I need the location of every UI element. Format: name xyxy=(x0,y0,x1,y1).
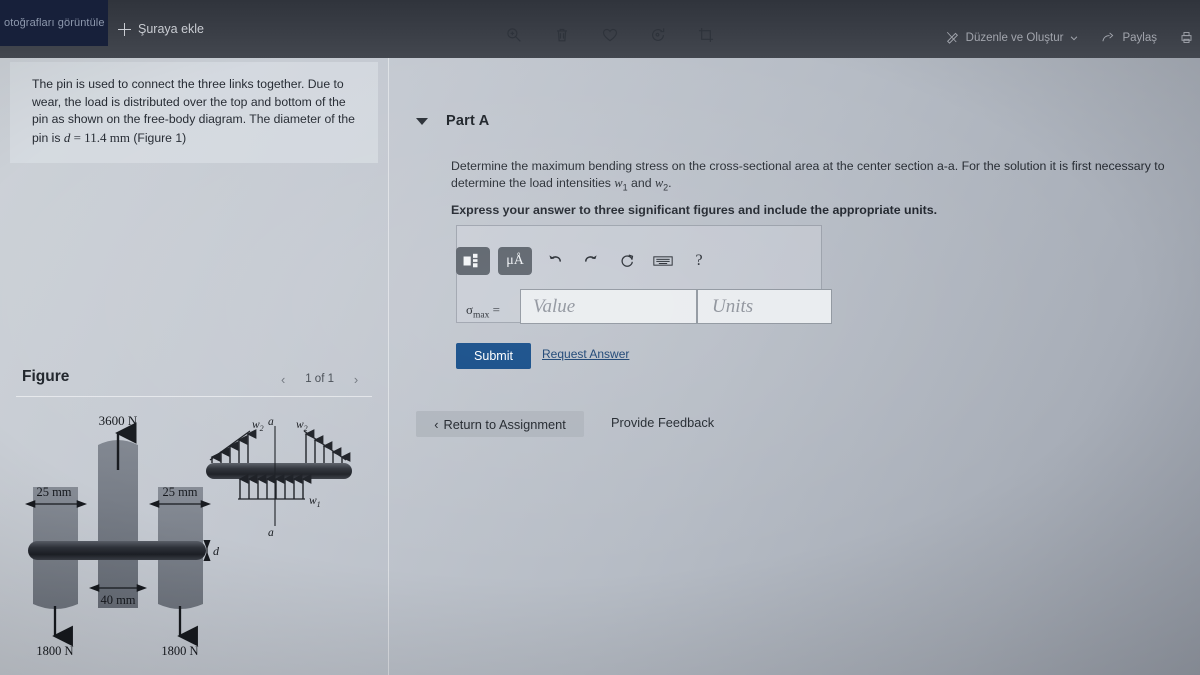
template-icon[interactable] xyxy=(456,247,490,275)
question-period: . xyxy=(668,176,672,190)
figure-label-40mm: 40 mm xyxy=(100,593,135,607)
sigma-glyph: σ xyxy=(466,302,474,317)
chevron-down-icon xyxy=(1071,35,1078,40)
figure-divider xyxy=(16,396,372,397)
figure-label-w1: w1 xyxy=(309,495,321,509)
figure-label-1800N-left: 1800 N xyxy=(36,644,73,658)
return-to-assignment-button[interactable]: ‹ Return to Assignment xyxy=(416,411,584,437)
request-answer-link[interactable]: Request Answer xyxy=(542,347,629,361)
figure-page-count: 1 of 1 xyxy=(305,373,334,385)
plus-icon xyxy=(118,22,131,36)
w2-right-load xyxy=(303,429,351,463)
pin-diameter-value: = 11.4 xyxy=(70,129,110,145)
redo-icon[interactable] xyxy=(576,248,606,274)
edit-and-create-button[interactable]: Düzenle ve Oluştur xyxy=(945,30,1080,45)
add-to-button[interactable]: Şuraya ekle xyxy=(118,16,204,42)
equals-sign: = xyxy=(492,302,500,317)
figure-label-section-a-bottom: a xyxy=(268,527,274,539)
figure-pager: ‹ 1 of 1 › xyxy=(275,370,364,388)
viewer-action-group: Düzenle ve Oluştur Paylaş xyxy=(945,30,1194,45)
submit-button[interactable]: Submit xyxy=(456,343,531,369)
submit-label: Submit xyxy=(474,349,513,363)
view-photos-tab-label: otoğrafları görüntüle xyxy=(4,17,105,29)
figure-label-25mm-right: 25 mm xyxy=(162,485,197,499)
edit-and-create-label: Düzenle ve Oluştur xyxy=(965,31,1064,44)
collapse-caret-icon[interactable] xyxy=(416,117,428,125)
request-answer-label: Request Answer xyxy=(542,347,630,361)
question-and: and xyxy=(627,176,655,190)
share-label: Paylaş xyxy=(1122,31,1157,44)
view-photos-tab[interactable]: otoğrafları görüntüle xyxy=(0,0,108,46)
return-to-assignment-label: Return to Assignment xyxy=(443,416,566,432)
zoom-in-icon[interactable] xyxy=(505,26,523,44)
figure-label-w2-right: w2 xyxy=(296,419,308,433)
figure-label-d: d xyxy=(213,544,220,558)
print-icon[interactable] xyxy=(1179,30,1194,45)
sigma-subscript: max xyxy=(473,310,490,321)
help-icon[interactable]: ? xyxy=(684,248,714,274)
back-chevron-icon: ‹ xyxy=(434,416,439,432)
figure-panel: The pin is used to connect the three lin… xyxy=(0,58,389,675)
w2-left-load xyxy=(209,429,257,463)
pin-diameter-unit: mm xyxy=(109,129,130,145)
figure-label-w2-left: w2 xyxy=(252,419,264,433)
answer-units-placeholder: Units xyxy=(712,295,754,317)
undo-icon[interactable] xyxy=(540,248,570,274)
figure-label-25mm-left: 25 mm xyxy=(36,485,71,499)
question-text: Determine the maximum bending stress on … xyxy=(451,158,1175,196)
figure-reference-link[interactable]: (Figure 1) xyxy=(133,131,186,145)
answer-symbol: σmax = xyxy=(466,302,500,321)
photo-viewer-toolbar: otoğrafları görüntüle Şuraya ekle Düzenl… xyxy=(0,0,1200,58)
crop-icon[interactable] xyxy=(697,26,715,44)
answer-units-input[interactable]: Units xyxy=(697,289,832,324)
answer-value-input[interactable]: Value xyxy=(520,289,697,324)
provide-feedback-link[interactable]: Provide Feedback xyxy=(611,415,714,430)
figure-label-3600N: 3600 N xyxy=(99,413,138,428)
figure-label-1800N-right: 1800 N xyxy=(161,644,198,658)
answer-toolbar: μÅ ? xyxy=(456,243,766,279)
figure-diagram[interactable]: 3600 N 25 mm 25 mm 40 mm d 1800 N 1800 N xyxy=(0,408,388,675)
share-button[interactable]: Paylaş xyxy=(1101,30,1157,45)
express-instruction: Express your answer to three significant… xyxy=(451,203,938,217)
part-a-header[interactable]: Part A xyxy=(416,113,489,129)
figure-label-section-a-top: a xyxy=(268,416,274,428)
part-a-title: Part A xyxy=(446,113,490,129)
answer-value-placeholder: Value xyxy=(533,295,576,317)
provide-feedback-label: Provide Feedback xyxy=(611,415,715,430)
w1-load xyxy=(238,474,312,500)
question-line-1: Determine the maximum bending stress on … xyxy=(451,159,1151,173)
viewer-tool-group xyxy=(505,26,715,44)
problem-statement: The pin is used to connect the three lin… xyxy=(10,62,378,163)
question-w2-symbol: w xyxy=(654,176,664,190)
figure-prev-button[interactable]: ‹ xyxy=(275,370,291,388)
figure-next-button[interactable]: › xyxy=(348,370,364,388)
rotate-icon[interactable] xyxy=(649,26,667,44)
favorite-icon[interactable] xyxy=(601,26,619,44)
delete-icon[interactable] xyxy=(553,26,571,44)
browser-page: The pin is used to connect the three lin… xyxy=(0,58,1200,675)
question-panel: Part A Determine the maximum bending str… xyxy=(389,58,1200,675)
units-icon[interactable]: μÅ xyxy=(498,247,532,275)
reset-icon[interactable] xyxy=(612,248,642,274)
keyboard-icon[interactable] xyxy=(648,248,678,274)
add-to-label: Şuraya ekle xyxy=(138,22,205,36)
question-w1-symbol: w xyxy=(614,176,623,190)
figure-title: Figure xyxy=(22,368,70,385)
help-icon-label: ? xyxy=(695,252,703,269)
